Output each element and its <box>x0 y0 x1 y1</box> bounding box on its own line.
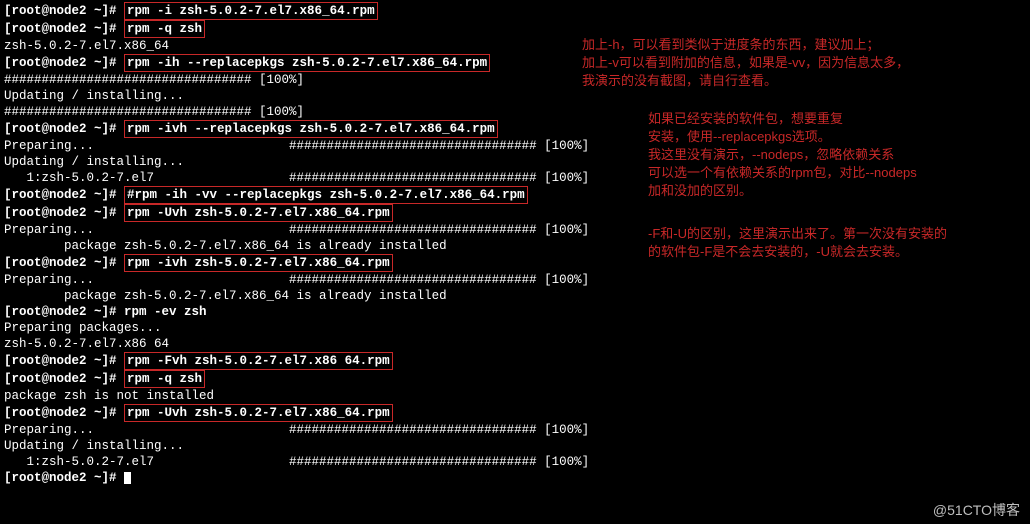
output-preparing: Preparing... ###########################… <box>4 272 1026 288</box>
shell-prompt: [root@node2 ~]# <box>4 4 124 18</box>
command-rpm-ivh-replace: rpm -ivh --replacepkgs zsh-5.0.2-7.el7.x… <box>124 120 498 138</box>
annotation-text: 可以选一个有依赖关系的rpm包，对比--nodeps <box>648 164 917 182</box>
terminal-line: [root@node2 ~]# <box>4 470 1026 486</box>
output-already-installed: package zsh-5.0.2-7.el7.x86_64 is alread… <box>4 288 1026 304</box>
terminal-line: [root@node2 ~]# rpm -Uvh zsh-5.0.2-7.el7… <box>4 404 1026 422</box>
command-rpm-fvh: rpm -Fvh zsh-5.0.2-7.el7.x86 64.rpm <box>124 352 393 370</box>
annotation-text: -F和-U的区别，这里演示出来了。第一次没有安装的 <box>648 225 947 243</box>
shell-prompt: [root@node2 ~]# <box>4 305 124 319</box>
output-updating: Updating / installing... <box>4 88 1026 104</box>
command-rpm-uvh: rpm -Uvh zsh-5.0.2-7.el7.x86_64.rpm <box>124 204 393 222</box>
shell-prompt: [root@node2 ~]# <box>4 122 124 136</box>
command-rpm-q2: rpm -q zsh <box>124 370 205 388</box>
output-version: zsh-5.0.2-7.el7.x86 64 <box>4 336 1026 352</box>
output-preparing-packages: Preparing packages... <box>4 320 1026 336</box>
command-rpm-q: rpm -q zsh <box>124 20 205 38</box>
shell-prompt: [root@node2 ~]# <box>4 56 124 70</box>
annotation-text: 安装，使用--replacepkgs选项。 <box>648 128 917 146</box>
annotation-text: 加和没加的区别。 <box>648 182 917 200</box>
annotation-options-h-v: 加上-h，可以看到类似于进度条的东西，建议加上； 加上-v可以看到附加的信息，如… <box>582 36 909 90</box>
annotation-text: 我这里没有演示，--nodeps，忽略依赖关系 <box>648 146 917 164</box>
annotation-text: 加上-h，可以看到类似于进度条的东西，建议加上； <box>582 36 909 54</box>
terminal-line: [root@node2 ~]# rpm -Fvh zsh-5.0.2-7.el7… <box>4 352 1026 370</box>
shell-prompt: [root@node2 ~]# <box>4 188 124 202</box>
output-preparing: Preparing... ###########################… <box>4 422 1026 438</box>
shell-prompt: [root@node2 ~]# <box>4 471 124 485</box>
terminal-line: [root@node2 ~]# rpm -i zsh-5.0.2-7.el7.x… <box>4 2 1026 20</box>
command-rpm-ih-replace: rpm -ih --replacepkgs zsh-5.0.2-7.el7.x8… <box>124 54 490 72</box>
annotation-f-vs-u: -F和-U的区别，这里演示出来了。第一次没有安装的 的软件包-F是不会去安装的，… <box>648 225 947 261</box>
command-rpm-ivh: rpm -ivh zsh-5.0.2-7.el7.x86_64.rpm <box>124 254 393 272</box>
shell-prompt: [root@node2 ~]# <box>4 206 124 220</box>
annotation-text: 我演示的没有截图，请自行查看。 <box>582 72 909 90</box>
shell-prompt: [root@node2 ~]# <box>4 406 124 420</box>
output-pkgline: 1:zsh-5.0.2-7.el7 ######################… <box>4 454 1026 470</box>
annotation-text: 加上-v可以看到附加的信息，如果是-vv，因为信息太多， <box>582 54 909 72</box>
terminal-line: [root@node2 ~]# rpm -ev zsh <box>4 304 1026 320</box>
shell-prompt: [root@node2 ~]# <box>4 256 124 270</box>
shell-prompt: [root@node2 ~]# <box>4 22 124 36</box>
command-rpm-ih-vv-comment: #rpm -ih -vv --replacepkgs zsh-5.0.2-7.e… <box>124 186 528 204</box>
terminal-line: [root@node2 ~]# rpm -q zsh <box>4 370 1026 388</box>
watermark: @51CTO博客 <box>933 502 1020 518</box>
output-not-installed: package zsh is not installed <box>4 388 1026 404</box>
shell-prompt: [root@node2 ~]# <box>4 354 124 368</box>
command-rpm-ev: rpm -ev zsh <box>124 305 207 319</box>
output-updating: Updating / installing... <box>4 438 1026 454</box>
shell-prompt: [root@node2 ~]# <box>4 372 124 386</box>
terminal-line: [root@node2 ~]# rpm -Uvh zsh-5.0.2-7.el7… <box>4 204 1026 222</box>
annotation-replacepkgs: 如果已经安装的软件包，想要重复 安装，使用--replacepkgs选项。 我这… <box>648 110 917 200</box>
command-rpm-uvh2: rpm -Uvh zsh-5.0.2-7.el7.x86_64.rpm <box>124 404 393 422</box>
cursor-icon <box>124 472 131 484</box>
command-rpm-i: rpm -i zsh-5.0.2-7.el7.x86_64.rpm <box>124 2 378 20</box>
annotation-text: 如果已经安装的软件包，想要重复 <box>648 110 917 128</box>
annotation-text: 的软件包-F是不会去安装的，-U就会去安装。 <box>648 243 947 261</box>
